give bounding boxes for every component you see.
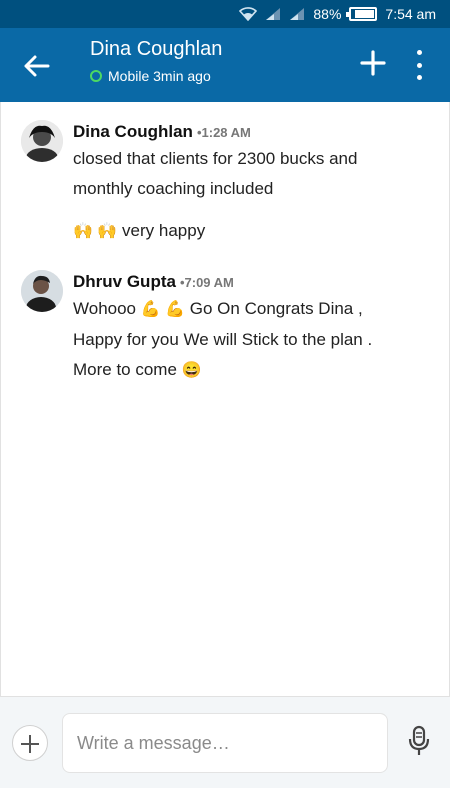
online-status-icon [90,70,102,82]
clock: 7:54 am [385,6,436,22]
sender-line: Dina Coughlan •1:28 AM [73,122,251,142]
flexed-biceps-emoji: 💪 💪 [140,301,186,318]
timestamp: •7:09 AM [179,275,234,290]
message-input[interactable] [62,713,388,773]
message-text: Wohooo 💪 💪 Go On Congrats Dina , Happy f… [73,294,433,386]
timestamp: •1:28 AM [196,125,251,140]
message-line: very happy [122,221,206,240]
message-text: 🙌 🙌 very happy [73,216,433,247]
sender-line: Dhruv Gupta •7:09 AM [73,272,234,292]
attach-plus-button[interactable] [12,725,48,761]
status-bar: 88% 7:54 am [0,0,450,28]
microphone-icon[interactable] [406,725,432,757]
message-fragment: Wohooo [73,299,137,318]
message-fragment: More to come [73,360,177,379]
more-options-icon[interactable] [412,50,426,80]
sender-name[interactable]: Dina Coughlan [73,122,193,141]
signal-icon-2 [289,7,305,21]
battery-percent: 88% [313,6,342,22]
message-fragment: Go On Congrats Dina , [189,299,363,318]
avatar[interactable] [21,270,63,312]
presence-text: Mobile 3min ago [108,68,211,84]
raising-hands-emoji: 🙌 🙌 [73,223,118,240]
avatar[interactable] [21,120,63,162]
message-line: monthly coaching included [73,179,274,198]
app-bar: Dina Coughlan Mobile 3min ago [0,28,450,102]
message-line: closed that clients for 2300 bucks and [73,149,358,168]
presence-status: Mobile 3min ago [90,68,211,84]
message-line: Wohooo 💪 💪 Go On Congrats Dina , [73,294,433,325]
battery-fill [355,10,375,18]
message-line: More to come 😄 [73,355,433,386]
message-line: Happy for you We will Stick to the plan … [73,330,373,349]
back-arrow-icon[interactable] [22,52,52,80]
sender-name[interactable]: Dhruv Gupta [73,272,176,291]
grinning-face-emoji: 😄 [181,362,202,379]
signal-icon-1 [265,7,281,21]
conversation-title: Dina Coughlan [90,38,223,60]
message-composer [0,696,450,788]
message-list: Dina Coughlan •1:28 AM closed that client… [0,102,450,696]
wifi-icon [239,7,258,21]
battery-icon [346,7,378,21]
add-participant-button[interactable] [360,50,386,76]
message-text: closed that clients for 2300 bucks and m… [73,144,433,204]
